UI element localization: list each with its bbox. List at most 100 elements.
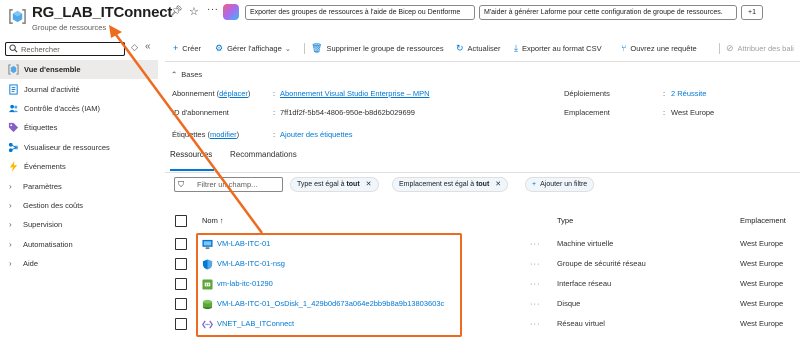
sidebar-item-label: Visualiseur de ressources (24, 142, 110, 152)
sidebar-item-settings[interactable]: › Paramètres (0, 176, 158, 195)
remove-filter-icon[interactable]: ✕ (495, 181, 501, 188)
sidebar-item-label: Gestion des coûts (23, 200, 84, 210)
manage-view-button[interactable]: ⚙ Gérer l'affichage ⌄ (215, 40, 291, 57)
sidebar-item-cost-management[interactable]: › Gestion des coûts (0, 196, 158, 215)
add-filter-button[interactable]: + Ajouter un filtre (525, 177, 595, 192)
gear-icon: ⚙ (215, 43, 224, 53)
sidebar-item-iam[interactable]: Contrôle d'accès (IAM) (0, 99, 158, 118)
more-options-icon[interactable]: ··· (207, 4, 219, 15)
separator: : (273, 108, 276, 117)
delete-resource-group-button[interactable]: 🗑︎ Supprimer le groupe de ressources (311, 40, 444, 57)
page-header: RG_LAB_ITConnect Groupe de ressources 📌︎… (0, 0, 800, 36)
tab-resources[interactable]: Ressources (170, 150, 212, 159)
active-tab-indicator (170, 169, 214, 171)
sidebar-item-tags[interactable]: Étiquettes (0, 118, 158, 137)
filter-input[interactable] (197, 179, 281, 190)
add-tags-link[interactable]: Ajouter des étiquettes (280, 130, 353, 139)
sidebar-nav: Vue d'ensemble Journal d'activité Contrô… (0, 60, 158, 273)
table-header: Nom ↑ Type Emplacement (165, 211, 800, 231)
resource-location: West Europe (740, 319, 784, 328)
essentials-label: Bases (181, 70, 203, 79)
sidebar-item-automation[interactable]: › Automatisation (0, 235, 158, 254)
chevron-right-icon: › (9, 181, 12, 191)
tab-recommendations[interactable]: Recommandations (230, 150, 297, 159)
sidebar-item-label: Journal d'activité (24, 84, 80, 94)
create-button[interactable]: + Créer (173, 40, 201, 57)
copilot-icon[interactable] (223, 4, 239, 20)
resource-type: Réseau virtuel (557, 319, 605, 328)
sidebar-item-overview[interactable]: Vue d'ensemble (0, 60, 158, 80)
resource-type: Disque (557, 299, 581, 308)
row-more-icon[interactable]: ··· (530, 274, 541, 294)
select-all-checkbox[interactable] (175, 215, 187, 227)
sidebar-item-label: Supervision (23, 220, 63, 230)
row-checkbox[interactable] (175, 298, 187, 310)
sidebar-item-help[interactable]: › Aide (0, 254, 158, 273)
activity-log-icon (9, 84, 18, 95)
tag-icon (8, 123, 19, 133)
filter-chip-type[interactable]: Type est égal à tout ✕ (290, 177, 379, 192)
row-more-icon[interactable]: ··· (530, 234, 541, 254)
row-more-icon[interactable]: ··· (530, 294, 541, 314)
resource-type: Interface réseau (557, 279, 612, 288)
location-value: West Europe (671, 108, 715, 117)
row-checkbox[interactable] (175, 318, 187, 330)
open-query-button[interactable]: ⑂ Ouvrez une requête (621, 40, 697, 57)
copilot-suggestion-generate-button[interactable]: M'aider à générer Laforme pour cette con… (479, 5, 737, 20)
delete-label: Supprimer le groupe de ressources (326, 44, 444, 53)
row-checkbox[interactable] (175, 258, 187, 270)
copilot-suggestion-export-button[interactable]: Exporter des groupes de ressources à l'a… (245, 5, 475, 20)
subscription-id-label: ID d'abonnement (172, 108, 229, 117)
sidebar-item-monitoring[interactable]: › Supervision (0, 215, 158, 234)
tags-label-text: Étiquettes (172, 130, 206, 139)
resource-location: West Europe (740, 279, 784, 288)
subscription-value-link[interactable]: Abonnement Visual Studio Enterprise – MP… (280, 89, 430, 98)
sidebar-item-activity-log[interactable]: Journal d'activité (0, 79, 158, 98)
row-checkbox[interactable] (175, 238, 187, 250)
toolbar-divider (304, 43, 305, 54)
remove-filter-icon[interactable]: ✕ (366, 181, 372, 188)
assign-tags-label: Attribuer des bali (737, 44, 794, 53)
column-header-type[interactable]: Type (557, 211, 573, 231)
tags-label: Étiquettes (modifier) (172, 130, 240, 139)
export-csv-button[interactable]: ⤓ Exporter au format CSV (514, 40, 602, 57)
favorite-star-icon[interactable]: ☆ (189, 5, 199, 18)
chip-location-value: tout (476, 181, 490, 188)
deployments-link[interactable]: 2 Réussite (671, 89, 706, 98)
sidebar-item-resource-visualizer[interactable]: Visualiseur de ressources (0, 138, 158, 157)
filter-chip-location[interactable]: Emplacement est égal à tout ✕ (392, 177, 509, 192)
add-filter-label: Ajouter un filtre (540, 181, 588, 188)
page-title: RG_LAB_ITConnect (32, 4, 173, 21)
filter-field[interactable]: ⛉ (174, 177, 283, 192)
sidebar-settings-icon[interactable]: ◇ (131, 42, 138, 53)
filter-icon: ⛉ (178, 180, 184, 189)
row-more-icon[interactable]: ··· (530, 314, 541, 334)
essentials-toggle[interactable]: ⌃ Bases (171, 70, 202, 79)
sidebar-item-label: Contrôle d'accès (IAM) (24, 103, 101, 113)
resource-location: West Europe (740, 259, 784, 268)
row-more-icon[interactable]: ··· (530, 254, 541, 274)
plus-icon: + (173, 43, 179, 53)
pin-icon[interactable]: 📌︎ (170, 6, 183, 17)
sidebar-item-events[interactable]: Événements (0, 157, 158, 176)
plus-icon: + (532, 181, 537, 188)
sidebar-search-input[interactable] (21, 43, 121, 55)
create-label: Créer (182, 44, 202, 53)
tag-outline-icon: ⊘ (726, 43, 734, 53)
refresh-button[interactable]: ↻ Actualiser (456, 40, 500, 57)
move-subscription-link[interactable]: déplacer (219, 89, 248, 98)
column-header-name[interactable]: Nom ↑ (202, 211, 224, 231)
sidebar-item-label: Vue d'ensemble (24, 65, 81, 75)
resource-location: West Europe (740, 239, 784, 248)
sidebar-search[interactable] (5, 42, 125, 56)
column-header-location[interactable]: Emplacement (740, 211, 786, 231)
subscription-id-value: 7ff1df2f-5b54-4806-950e-b8d62b029699 (280, 108, 415, 117)
separator: : (273, 130, 276, 139)
row-checkbox[interactable] (175, 278, 187, 290)
copilot-more-suggestions-button[interactable]: +1 (741, 5, 763, 20)
open-query-label: Ouvrez une requête (630, 44, 697, 53)
modify-tags-link[interactable]: modifier (210, 130, 237, 139)
collapse-sidebar-icon[interactable]: « (145, 41, 151, 52)
lightning-icon (9, 161, 18, 173)
assign-tags-button[interactable]: ⊘ Attribuer des bali (726, 40, 794, 57)
